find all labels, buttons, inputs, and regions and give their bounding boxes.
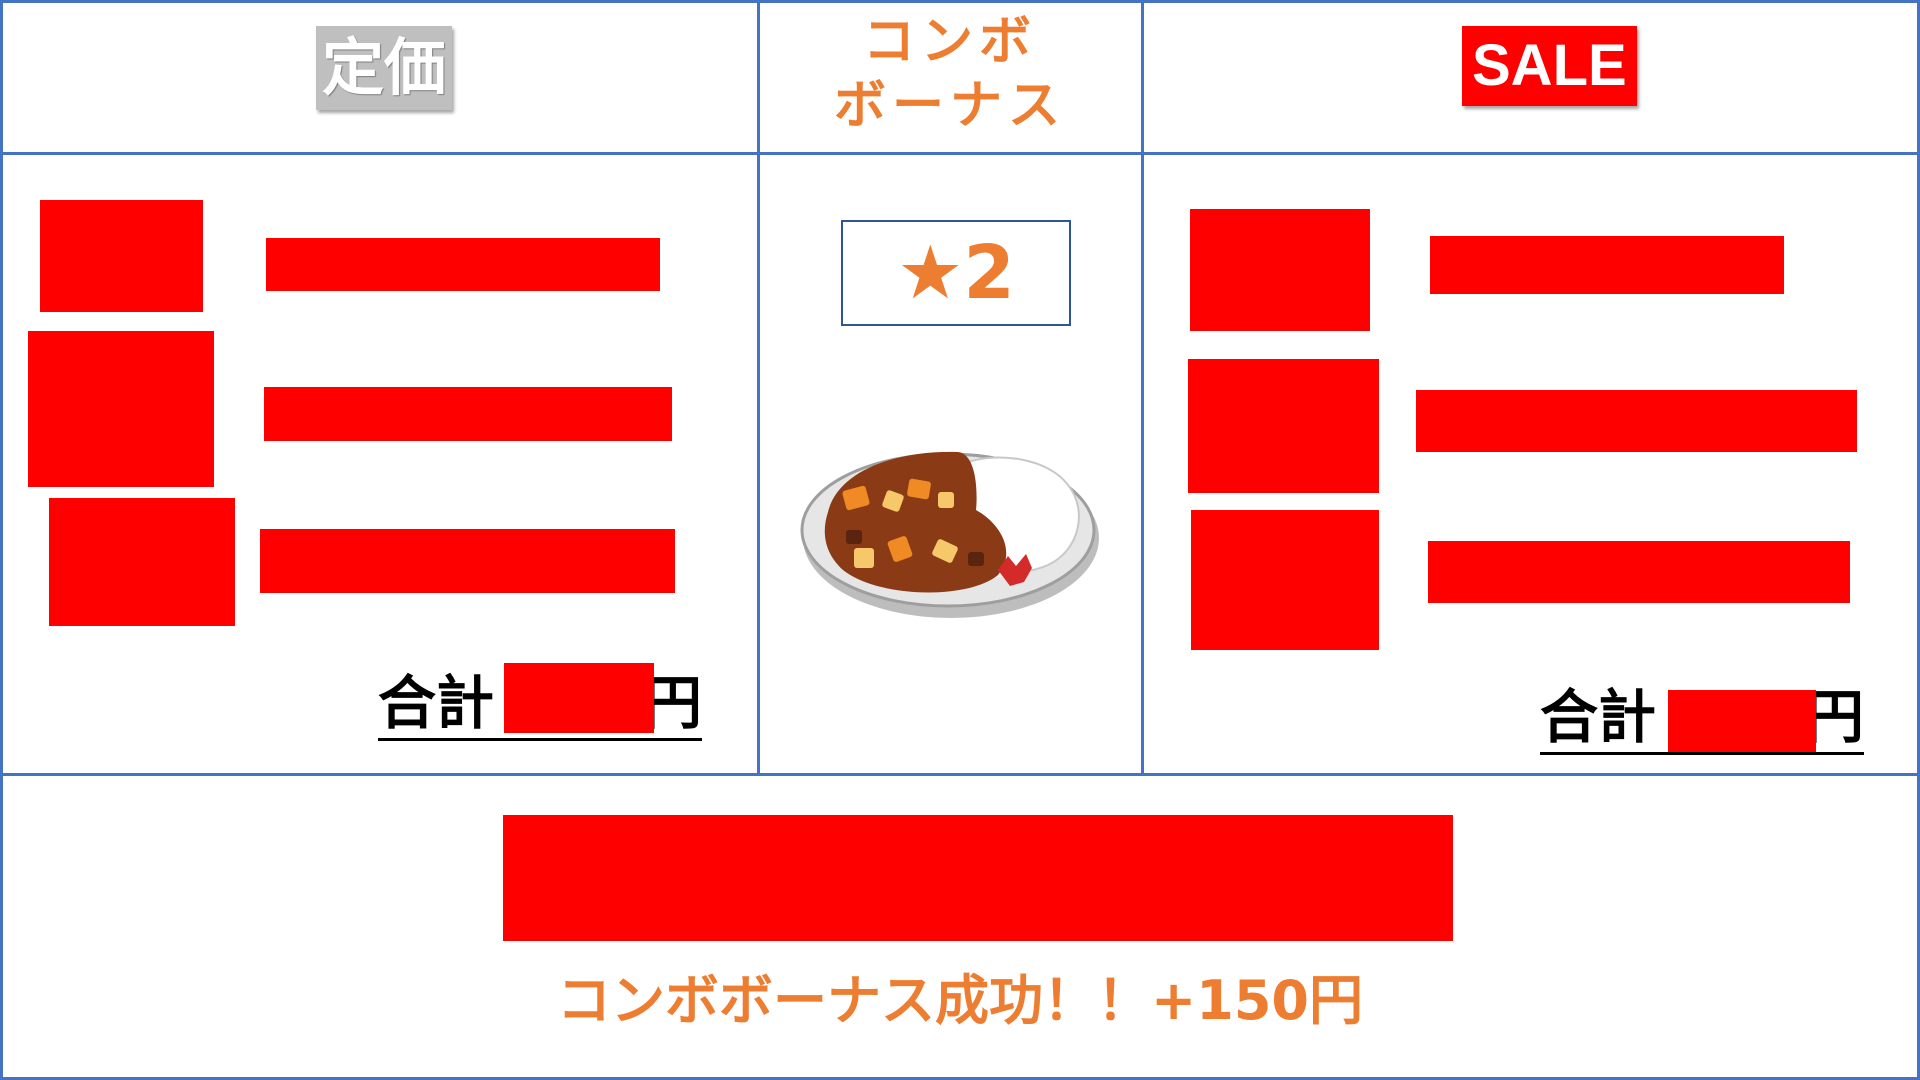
footer-result-redacted: [503, 815, 1453, 941]
curry-meat-2: [968, 552, 984, 566]
combo-heading-line2: ボーナス: [833, 76, 1066, 136]
sale-total-label: 合計: [1540, 683, 1657, 751]
star-icon: ★: [897, 230, 964, 316]
regular-price-badge: 定価: [316, 26, 453, 110]
curry-potato-2: [938, 492, 954, 508]
combo-star-count: ★2: [841, 220, 1071, 326]
star-count-value: 2: [963, 230, 1015, 316]
curry-rice-icon: [800, 451, 1099, 618]
sale-item-image-2: [1188, 359, 1379, 493]
regular-item-image-3: [49, 498, 235, 626]
regular-item-image-2: [28, 331, 214, 487]
sale-item-name-3: [1428, 541, 1850, 603]
divider-right: [1141, 0, 1144, 776]
sale-item-name-2: [1416, 390, 1857, 452]
sale-item-image-1: [1190, 209, 1370, 331]
divider-footer: [0, 773, 1920, 776]
sale-badge: SALE: [1462, 26, 1637, 106]
regular-item-name-3: [260, 529, 675, 593]
regular-item-name-1: [266, 238, 660, 291]
regular-total-label: 合計: [378, 669, 495, 737]
sale-item-image-3: [1191, 510, 1379, 650]
combo-bonus-heading: コンボ ボーナス: [760, 10, 1140, 138]
regular-item-name-2: [264, 387, 672, 441]
divider-header: [0, 152, 1920, 155]
curry-carrot-2: [907, 478, 931, 500]
curry-potato-3: [854, 548, 874, 568]
sale-item-name-1: [1430, 236, 1784, 294]
curry-meat-1: [846, 530, 862, 544]
combo-heading-line1: コンボ: [862, 12, 1037, 72]
regular-item-image-1: [40, 200, 203, 312]
combo-bonus-message: コンボボーナス成功！！+150円: [557, 969, 1363, 1032]
regular-total-amount-redacted: [504, 663, 654, 733]
sale-total-amount-redacted: [1668, 690, 1816, 752]
